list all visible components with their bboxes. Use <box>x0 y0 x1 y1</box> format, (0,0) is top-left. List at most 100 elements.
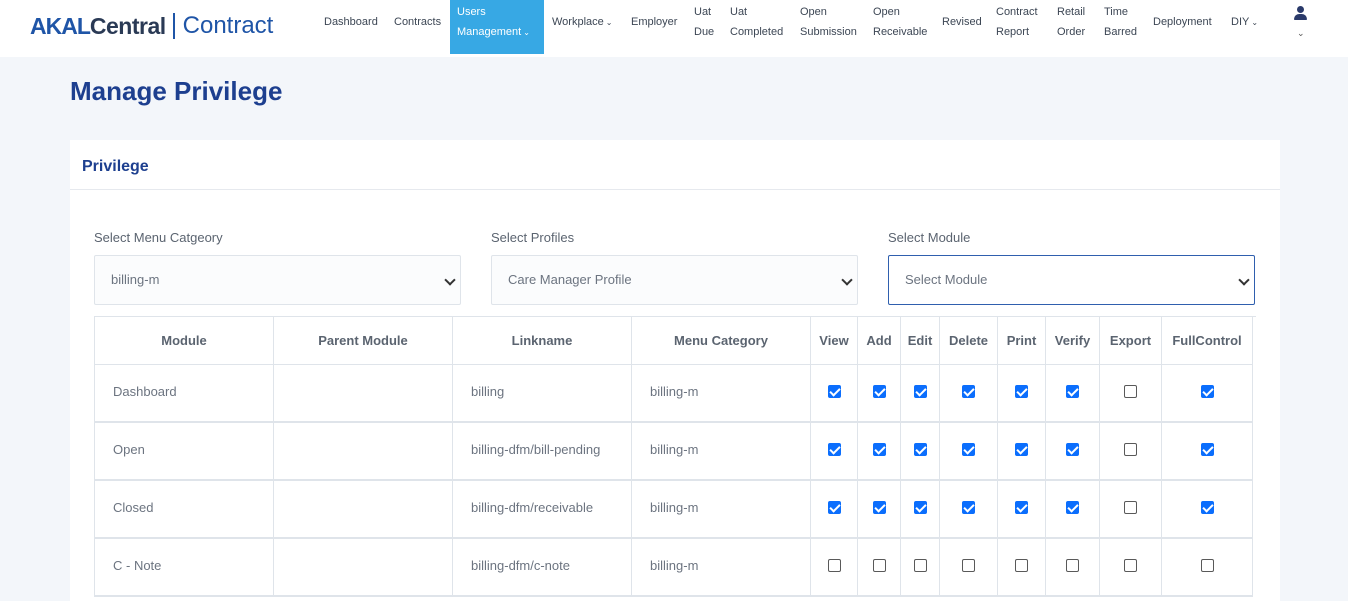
cell-export <box>1100 481 1162 539</box>
cell-add <box>858 481 901 539</box>
verify-checkbox[interactable] <box>1066 500 1079 514</box>
delete-checkbox[interactable] <box>962 500 975 514</box>
cell-fullcontrol <box>1162 481 1253 539</box>
verify-checkbox[interactable] <box>1066 442 1079 456</box>
view-checkbox[interactable] <box>827 442 841 456</box>
profiles-select[interactable]: Care Manager Profile <box>491 255 858 305</box>
print-checkbox[interactable] <box>1015 500 1028 514</box>
nav-label-line1: Open <box>800 6 827 18</box>
edit-checkbox[interactable] <box>913 558 927 572</box>
nav-label-line1: Users <box>457 6 486 18</box>
view-checkbox[interactable] <box>827 384 841 398</box>
cell-delete <box>940 481 998 539</box>
nav-label-line2: Receivable <box>873 26 928 38</box>
cell-add <box>858 365 901 423</box>
cell-linkname: billing-dfm/bill-pending <box>453 423 632 481</box>
nav-label-line2: Report <box>996 26 1030 38</box>
cell-module: Closed <box>95 481 274 539</box>
column-header-fullcontrol: FullControl <box>1162 317 1253 365</box>
menu-category-value: billing-m <box>111 272 160 287</box>
column-header-print: Print <box>998 317 1046 365</box>
card-title: Privilege <box>82 158 149 175</box>
chevron-down-icon: ⌄ <box>523 28 530 37</box>
verify-checkbox[interactable] <box>1066 384 1079 398</box>
fullcontrol-checkbox[interactable] <box>1200 384 1214 398</box>
fullcontrol-checkbox[interactable] <box>1200 500 1214 514</box>
cell-linkname: billing-dfm/receivable <box>453 481 632 539</box>
cell-verify <box>1046 365 1100 423</box>
module-select[interactable]: Select Module <box>888 255 1255 305</box>
export-checkbox[interactable] <box>1124 558 1137 572</box>
delete-checkbox[interactable] <box>962 384 975 398</box>
brand-divider <box>172 13 175 39</box>
nav-item-uat-completed[interactable]: Uat Completed <box>730 0 783 54</box>
nav-item-open-receivable[interactable]: Open Receivable <box>873 0 927 54</box>
nav-label-line2: Completed <box>730 26 784 38</box>
edit-checkbox[interactable] <box>913 500 927 514</box>
fullcontrol-checkbox[interactable] <box>1200 558 1214 572</box>
delete-checkbox[interactable] <box>962 558 975 572</box>
add-checkbox[interactable] <box>872 442 886 456</box>
nav-item-diy[interactable]: DIY ⌄ <box>1231 0 1258 54</box>
module-value: Select Module <box>905 272 988 287</box>
nav-label-line2: Order <box>1057 26 1086 38</box>
fullcontrol-checkbox[interactable] <box>1200 442 1214 456</box>
nav-item-retail-order[interactable]: Retail Order <box>1057 0 1085 54</box>
nav-label-line1: Uat <box>730 6 748 18</box>
card-header: Privilege <box>70 140 1280 190</box>
delete-checkbox[interactable] <box>962 442 975 456</box>
print-checkbox[interactable] <box>1015 384 1028 398</box>
add-checkbox[interactable] <box>872 558 886 572</box>
nav-label-line2: Due <box>694 26 715 38</box>
nav-item-uat-due[interactable]: Uat Due <box>694 0 714 54</box>
cell-print <box>998 365 1046 423</box>
nav-item-deployment[interactable]: Deployment <box>1153 0 1212 54</box>
nav-item-workplace[interactable]: Workplace ⌄ <box>552 0 612 54</box>
export-checkbox[interactable] <box>1124 500 1137 514</box>
brand-logo[interactable]: AKAL Central Contract <box>30 11 273 41</box>
view-checkbox[interactable] <box>827 558 841 572</box>
add-checkbox[interactable] <box>872 384 886 398</box>
nav-item-time-barred[interactable]: Time Barred <box>1104 0 1137 54</box>
cell-view <box>811 539 858 597</box>
user-icon-body <box>1294 14 1307 20</box>
brand-part-akal: AKAL <box>30 12 91 39</box>
cell-view <box>811 481 858 539</box>
user-menu[interactable]: ⌄ <box>1291 2 1311 46</box>
nav-label: DIY <box>1231 16 1250 28</box>
column-header-add: Add <box>858 317 901 365</box>
print-checkbox[interactable] <box>1015 442 1028 456</box>
column-header-parent-module: Parent Module <box>274 317 453 365</box>
nav-label: Dashboard <box>324 16 378 28</box>
chevron-down-icon: ⌄ <box>1251 18 1259 27</box>
cell-export <box>1100 365 1162 423</box>
add-checkbox[interactable] <box>872 500 886 514</box>
edit-checkbox[interactable] <box>913 442 927 456</box>
verify-checkbox[interactable] <box>1066 558 1079 572</box>
nav-item-dashboard[interactable]: Dashboard <box>324 0 378 54</box>
view-checkbox[interactable] <box>827 500 841 514</box>
menu-category-select[interactable]: billing-m <box>94 255 461 305</box>
edit-checkbox[interactable] <box>913 384 927 398</box>
cell-parent-module <box>274 423 453 481</box>
cell-parent-module <box>274 481 453 539</box>
nav-item-contract-report[interactable]: Contract Report <box>996 0 1038 54</box>
column-header-edit: Edit <box>901 317 940 365</box>
cell-menu-category: billing-m <box>632 481 811 539</box>
nav-item-contracts[interactable]: Contracts <box>394 0 441 54</box>
nav-item-users-management[interactable]: Users Management ⌄ <box>450 0 544 54</box>
nav-label-line1: Contract <box>996 6 1038 18</box>
column-header-view: View <box>811 317 858 365</box>
nav-item-open-submission[interactable]: Open Submission <box>800 0 857 54</box>
export-checkbox[interactable] <box>1124 442 1137 456</box>
cell-module: Dashboard <box>95 365 274 423</box>
cell-delete <box>940 539 998 597</box>
chevron-down-icon: ⌄ <box>1297 28 1305 38</box>
table-row: Dashboard billing billing-m <box>95 365 1256 423</box>
export-checkbox[interactable] <box>1124 384 1137 398</box>
chevron-down-icon <box>841 274 853 286</box>
column-header-delete: Delete <box>940 317 998 365</box>
print-checkbox[interactable] <box>1015 558 1028 572</box>
nav-item-revised[interactable]: Revised <box>942 0 982 54</box>
nav-item-employer[interactable]: Employer <box>631 0 677 54</box>
